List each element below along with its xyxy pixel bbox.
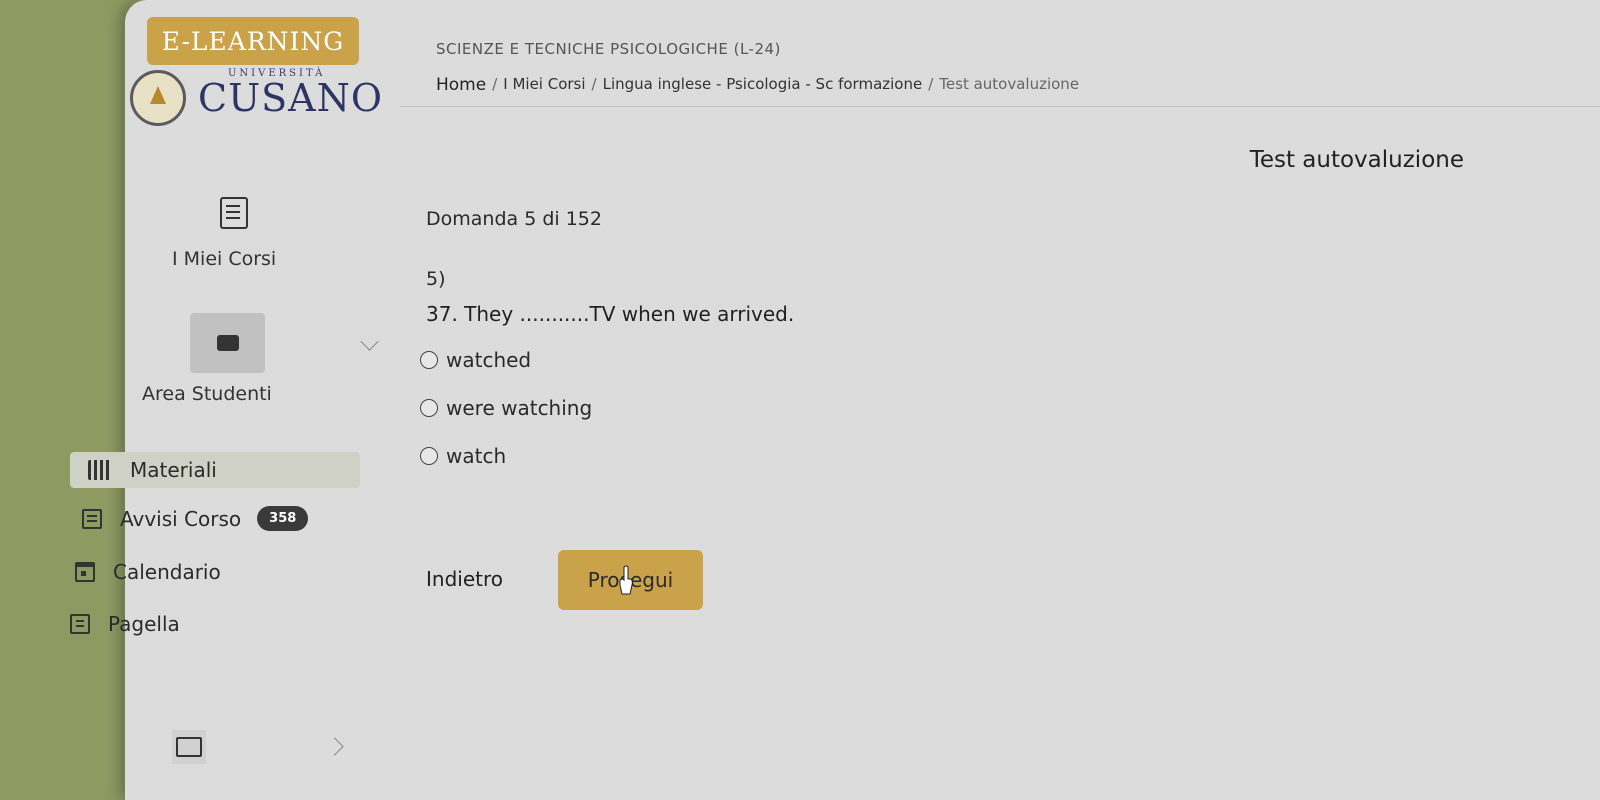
sidebar-item-label: Avvisi Corso (120, 506, 242, 531)
hand-cursor-icon (619, 565, 633, 595)
sidebar-item-label: Pagella (108, 612, 180, 636)
answer-option-label: watch (446, 444, 507, 468)
question-counter: Domanda 5 di 152 (426, 208, 602, 230)
breadcrumb-my-courses[interactable]: I Miei Corsi (503, 75, 585, 95)
answer-option[interactable]: were watching (420, 396, 592, 420)
sidebar-item-calendario[interactable]: Calendario (75, 560, 221, 584)
question-number: 5) (426, 268, 446, 290)
sidebar-item-avvisi-corso[interactable]: Avvisi Corso 358 (82, 506, 309, 531)
breadcrumb-home[interactable]: Home (436, 75, 486, 95)
notification-count-badge: 358 (257, 506, 309, 531)
question-text: 37. They ...........TV when we arrived. (426, 302, 795, 326)
sidebar-item-label: Calendario (113, 560, 221, 584)
radio-button[interactable] (420, 447, 438, 465)
header-divider (400, 106, 1600, 107)
my-courses-link[interactable]: I Miei Corsi (172, 248, 276, 270)
answer-option[interactable]: watched (420, 348, 531, 372)
answer-option-label: were watching (446, 396, 593, 420)
grid-icon (176, 737, 202, 757)
breadcrumb-separator: / (928, 75, 934, 93)
breadcrumb-current: Test autovaluzione (939, 75, 1080, 93)
student-area-label: Area Studenti (142, 383, 272, 405)
breadcrumb: Home / I Miei Corsi / Lingua inglese - P… (436, 75, 1079, 95)
university-seal-icon (130, 70, 186, 126)
graduation-cap-icon (216, 335, 239, 351)
chat-icon (82, 508, 102, 529)
page-title: Test autovaluzione (1249, 147, 1464, 173)
student-area-button[interactable] (190, 313, 265, 373)
books-icon (88, 460, 112, 480)
breadcrumb-separator: / (492, 75, 498, 93)
breadcrumb-separator: / (591, 75, 597, 93)
back-button[interactable]: Indietro (426, 567, 503, 591)
sidebar-item-pagella[interactable]: Pagella (70, 612, 180, 636)
my-courses-icon[interactable] (220, 197, 248, 229)
answer-option[interactable]: watch (420, 444, 506, 468)
program-name: SCIENZE E TECNICHE PSICOLOGICHE (L-24) (436, 40, 781, 58)
university-logo[interactable]: UNIVERSITÀ CUSANO (130, 68, 383, 126)
sidebar-item-materiali[interactable]: Materiali (70, 452, 360, 488)
breadcrumb-course[interactable]: Lingua inglese - Psicologia - Sc formazi… (603, 75, 923, 95)
sidebar-item-label: Materiali (130, 458, 217, 482)
elearning-badge[interactable]: E-LEARNING (147, 17, 359, 65)
calendar-icon (75, 562, 95, 582)
answer-option-label: watched (446, 348, 532, 372)
radio-button[interactable] (420, 351, 438, 369)
logo-university-name: CUSANO (198, 76, 383, 120)
logo-university-label: UNIVERSITÀ (228, 68, 326, 79)
report-card-icon (70, 614, 90, 634)
radio-button[interactable] (420, 399, 438, 417)
sidebar-bottom-button[interactable] (172, 730, 206, 764)
